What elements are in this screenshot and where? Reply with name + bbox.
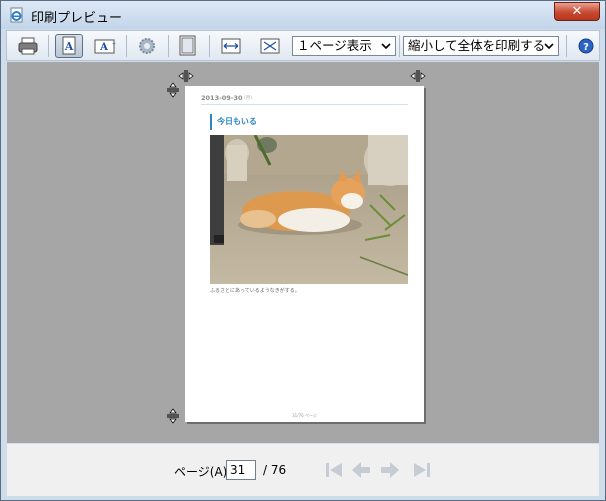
- top-margin-handle[interactable]: [165, 82, 181, 98]
- portrait-orientation-icon: A: [62, 36, 76, 55]
- svg-text:+: +: [112, 41, 116, 47]
- svg-text:?: ?: [583, 42, 589, 53]
- preview-area: 2013-09-30 (月) 今日もいる ふるさとにあっているようなきがする。 …: [7, 62, 599, 443]
- post-date: 2013-09-30: [201, 94, 243, 102]
- chevron-down-icon: [544, 43, 554, 50]
- next-page-icon[interactable]: [379, 460, 401, 480]
- navigation-bar: ページ(A) 31 / 76: [7, 444, 599, 496]
- first-page-icon[interactable]: [323, 460, 345, 480]
- svg-text:A: A: [99, 42, 108, 53]
- landscape-button[interactable]: A +: [91, 34, 119, 58]
- print-scale-select[interactable]: 縮小して全体を印刷する: [403, 36, 559, 56]
- last-page-icon[interactable]: [411, 460, 433, 480]
- window-title: 印刷プレビュー: [31, 11, 123, 26]
- header-divider: [201, 104, 408, 105]
- view-mode-select[interactable]: １ページ表示: [292, 36, 396, 56]
- gear-icon: [139, 38, 155, 54]
- title-bar: 印刷プレビュー ✕: [1, 1, 605, 29]
- print-scale-value: 縮小して全体を印刷する: [408, 38, 546, 53]
- chevron-down-icon: [381, 43, 391, 50]
- post-heading: 今日もいる: [210, 114, 410, 130]
- printer-icon: [18, 37, 38, 55]
- close-button[interactable]: ✕: [554, 2, 600, 21]
- header-footer-icon: [179, 35, 196, 56]
- headers-footers-button[interactable]: [174, 34, 202, 58]
- print-button[interactable]: [14, 34, 42, 58]
- view-mode-value: １ページ表示: [297, 38, 372, 53]
- portrait-button[interactable]: A: [55, 34, 83, 58]
- landscape-orientation-icon: A +: [94, 39, 116, 54]
- svg-text:A: A: [64, 40, 74, 53]
- page-number-input[interactable]: 31: [226, 460, 256, 480]
- cat-photo: [210, 135, 408, 284]
- full-width-button[interactable]: [217, 34, 245, 58]
- page-footer: 31/76 ページ: [292, 413, 317, 418]
- ie-print-preview-icon: [10, 7, 23, 23]
- bottom-margin-handle[interactable]: [165, 408, 181, 424]
- post-caption: ふるさとにあっているようなきがする。: [210, 288, 300, 294]
- help-icon: ?: [578, 38, 594, 54]
- previous-page-icon[interactable]: [350, 460, 372, 480]
- post-weekday: (月): [244, 96, 253, 101]
- help-button[interactable]: ?: [575, 34, 597, 58]
- full-width-icon: [221, 38, 241, 54]
- right-margin-handle[interactable]: [410, 68, 426, 84]
- toolbar: A A + １ページ表示 縮小して全体を印刷する ?: [6, 30, 600, 61]
- full-page-button[interactable]: [256, 34, 284, 58]
- page-setup-button[interactable]: [133, 34, 161, 58]
- preview-page: 2013-09-30 (月) 今日もいる ふるさとにあっているようなきがする。 …: [185, 86, 424, 422]
- full-page-icon: [260, 38, 280, 54]
- print-preview-window: 印刷プレビュー ✕ A A + １ページ表示 縮小して全体を印刷する ? 201…: [0, 0, 606, 501]
- page-total: / 76: [263, 463, 287, 477]
- page-label: ページ(A): [174, 465, 228, 479]
